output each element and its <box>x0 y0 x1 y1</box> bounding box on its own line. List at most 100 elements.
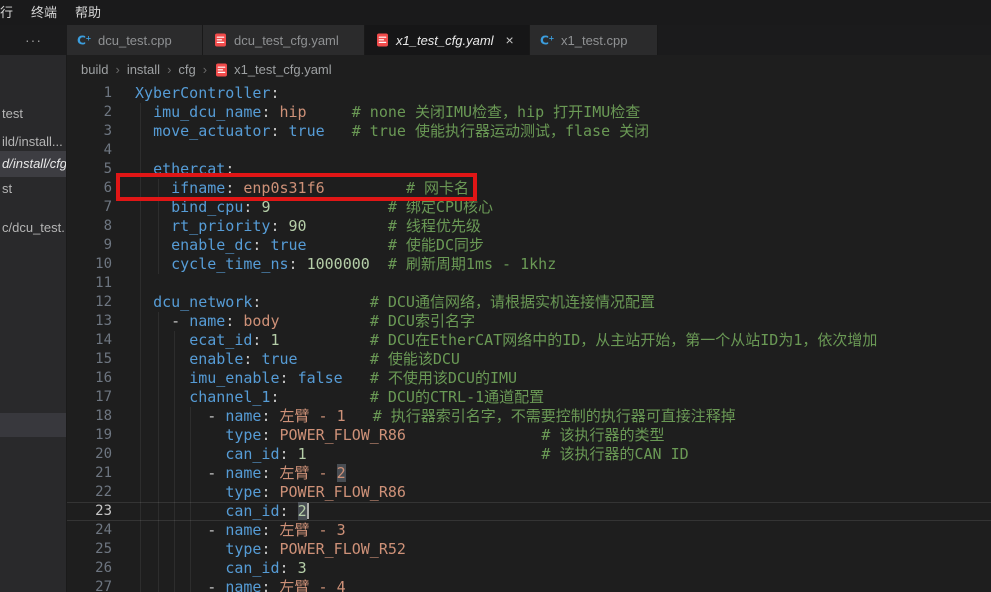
chevron-right-icon: › <box>108 62 126 77</box>
code-token <box>280 331 370 349</box>
code-token <box>135 103 153 121</box>
breadcrumb-file-label: x1_test_cfg.yaml <box>234 62 332 77</box>
code-token <box>298 255 307 273</box>
code-line-15[interactable]: 15 enable: true # 使能该DCU <box>67 350 991 369</box>
code-token: move_actuator <box>153 122 270 140</box>
code-line-4[interactable]: 4 <box>67 141 991 160</box>
yaml-icon <box>214 63 229 77</box>
code-token: # DCU的CTRL-1通道配置 <box>370 388 544 406</box>
code-token: 左臂 - 1 <box>280 407 346 425</box>
code-token: imu_enable <box>189 369 279 387</box>
menu-item-[interactable]: 帮助 <box>66 0 110 25</box>
code-token <box>298 350 370 368</box>
code-token <box>270 464 279 482</box>
code-line-3[interactable]: 3 move_actuator: true # true 使能执行器运动测试，f… <box>67 122 991 141</box>
menu-item-[interactable]: 终端 <box>22 0 66 25</box>
line-number: 12 <box>67 293 112 312</box>
code-token: type <box>225 426 261 444</box>
code-token: 2 <box>337 464 346 482</box>
yaml-icon <box>375 33 390 47</box>
code-line-18[interactable]: 18 - name: 左臂 - 1 # 执行器索引名字，不需要控制的执行器可直接… <box>67 407 991 426</box>
code-token: - <box>171 312 180 330</box>
code-line-23[interactable]: 23 can_id: 2 <box>67 502 991 521</box>
code-token <box>135 369 189 387</box>
code-token <box>216 578 225 592</box>
tab-x1-test-cpp[interactable]: C++x1_test.cpp <box>530 25 658 55</box>
code-token <box>289 369 298 387</box>
editor[interactable]: 1XyberController:2 imu_dcu_name: hip # n… <box>67 84 991 592</box>
line-number: 25 <box>67 540 112 559</box>
code-token: 左臂 - 4 <box>280 578 346 592</box>
code-token: : <box>270 122 279 140</box>
sidebar-item-st[interactable]: st <box>0 179 67 198</box>
line-number: 11 <box>67 274 112 293</box>
code-line-19[interactable]: 19 type: POWER_FLOW_R86 # 该执行器的类型 <box>67 426 991 445</box>
breadcrumb-file[interactable]: x1_test_cfg.yaml <box>214 62 332 77</box>
code-token <box>325 122 352 140</box>
chevron-right-icon: › <box>196 62 214 77</box>
code-token: # 线程优先级 <box>388 217 481 235</box>
line-number: 15 <box>67 350 112 369</box>
code-token <box>135 521 207 539</box>
close-icon[interactable]: × <box>506 33 514 47</box>
code-line-20[interactable]: 20 can_id: 1 # 该执行器的CAN ID <box>67 445 991 464</box>
code-line-24[interactable]: 24 - name: 左臂 - 3 <box>67 521 991 540</box>
code-line-22[interactable]: 22 type: POWER_FLOW_R86 <box>67 483 991 502</box>
sidebar-highlight-band <box>0 413 67 437</box>
line-number: 4 <box>67 141 112 160</box>
code-token: - <box>207 578 216 592</box>
code-token: # DCU通信网络，请根据实机连接情况配置 <box>370 293 655 311</box>
line-number: 5 <box>67 160 112 179</box>
code-token: rt_priority <box>171 217 270 235</box>
code-line-8[interactable]: 8 rt_priority: 90 # 线程优先级 <box>67 217 991 236</box>
code-token <box>135 445 225 463</box>
tab-dcu-test-cpp[interactable]: C++dcu_test.cpp <box>67 25 203 55</box>
code-token: : <box>280 559 289 577</box>
tab-x1-test-cfg-yaml[interactable]: x1_test_cfg.yaml × <box>365 25 530 55</box>
line-number: 3 <box>67 122 112 141</box>
code-line-2[interactable]: 2 imu_dcu_name: hip # none 关闭IMU检查，hip 打… <box>67 103 991 122</box>
code-line-27[interactable]: 27 - name: 左臂 - 4 <box>67 578 991 592</box>
code-token: # DCU索引名字 <box>370 312 475 330</box>
code-line-26[interactable]: 26 can_id: 3 <box>67 559 991 578</box>
sidebar-item-test[interactable]: test <box>0 104 67 123</box>
code-token: type <box>225 483 261 501</box>
sidebar-item-c-dcu-test[interactable]: c/dcu_test... <box>0 218 67 237</box>
code-line-14[interactable]: 14 ecat_id: 1 # DCU在EtherCAT网络中的ID，从主站开始… <box>67 331 991 350</box>
code-token: ecat_id <box>189 331 252 349</box>
sidebar-item-ild-install[interactable]: ild/install... <box>0 132 67 151</box>
line-number: 23 <box>67 502 112 521</box>
code-token: # 执行器索引名字，不需要控制的执行器可直接注释掉 <box>373 407 736 425</box>
code-token <box>216 407 225 425</box>
code-token: : <box>270 217 279 235</box>
line-number: 27 <box>67 578 112 592</box>
code-line-1[interactable]: 1XyberController: <box>67 84 991 103</box>
code-line-9[interactable]: 9 enable_dc: true # 使能DC同步 <box>67 236 991 255</box>
code-line-11[interactable]: 11 <box>67 274 991 293</box>
code-token <box>135 540 225 558</box>
tab-dcu-test-cfg-yaml[interactable]: dcu_test_cfg.yaml <box>203 25 365 55</box>
code-line-10[interactable]: 10 cycle_time_ns: 1000000 # 刷新周期1ms - 1k… <box>67 255 991 274</box>
code-line-12[interactable]: 12 dcu_network: # DCU通信网络，请根据实机连接情况配置 <box>67 293 991 312</box>
tabs-container: C++dcu_test.cpp dcu_test_cfg.yaml x1_test_… <box>67 25 658 55</box>
code-token <box>280 122 289 140</box>
code-token <box>135 426 225 444</box>
code-token <box>343 369 370 387</box>
line-number: 18 <box>67 407 112 426</box>
code-token: 1 <box>270 331 279 349</box>
tab-label: x1_test_cfg.yaml <box>396 33 494 48</box>
code-token <box>370 255 388 273</box>
code-token: hip <box>280 103 307 121</box>
tab-overflow-ellipsis[interactable]: ··· <box>0 25 67 55</box>
code-line-17[interactable]: 17 channel_1: # DCU的CTRL-1通道配置 <box>67 388 991 407</box>
tab-label: dcu_test_cfg.yaml <box>234 33 339 48</box>
code-line-21[interactable]: 21 - name: 左臂 - 2 <box>67 464 991 483</box>
code-line-25[interactable]: 25 type: POWER_FLOW_R52 <box>67 540 991 559</box>
breadcrumb-segment-build[interactable]: build <box>81 62 108 77</box>
code-line-13[interactable]: 13 - name: body # DCU索引名字 <box>67 312 991 331</box>
menu-item-[interactable]: 行 <box>0 0 22 25</box>
code-line-16[interactable]: 16 imu_enable: false # 不使用该DCU的IMU <box>67 369 991 388</box>
sidebar-item-d-install-cfg[interactable]: d/install/cfg <box>0 151 67 177</box>
breadcrumb-segment-install[interactable]: install <box>127 62 160 77</box>
breadcrumb-segment-cfg[interactable]: cfg <box>178 62 195 77</box>
